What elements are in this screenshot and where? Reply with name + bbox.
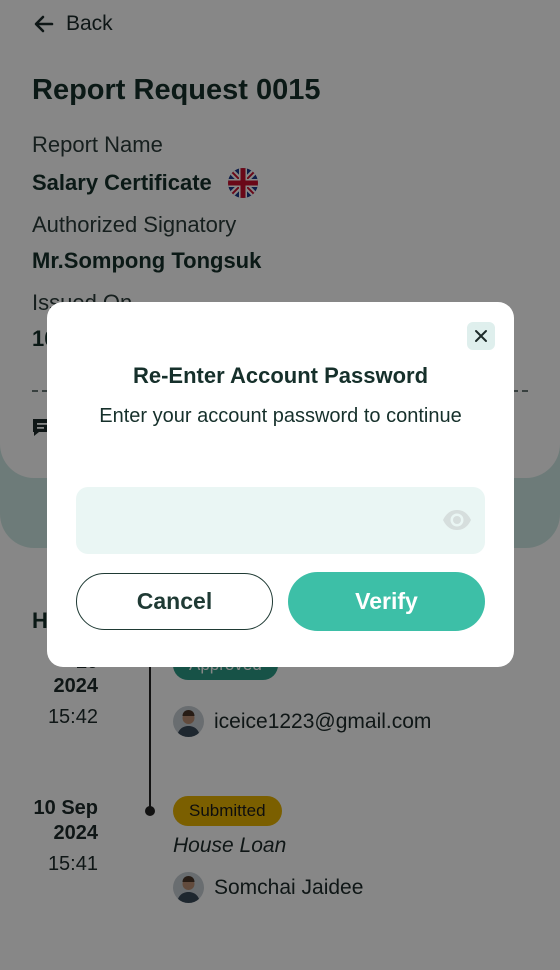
verify-button[interactable]: Verify (288, 572, 485, 631)
password-input[interactable] (76, 487, 436, 554)
cancel-button[interactable]: Cancel (76, 573, 273, 630)
password-dialog: Re-Enter Account Password Enter your acc… (47, 302, 514, 667)
dialog-subtitle: Enter your account password to continue (99, 405, 462, 427)
close-icon (475, 330, 487, 342)
dialog-title: Re-Enter Account Password (132, 363, 429, 388)
password-field (76, 487, 485, 554)
close-button[interactable] (467, 322, 495, 350)
eye-icon[interactable] (442, 508, 472, 532)
